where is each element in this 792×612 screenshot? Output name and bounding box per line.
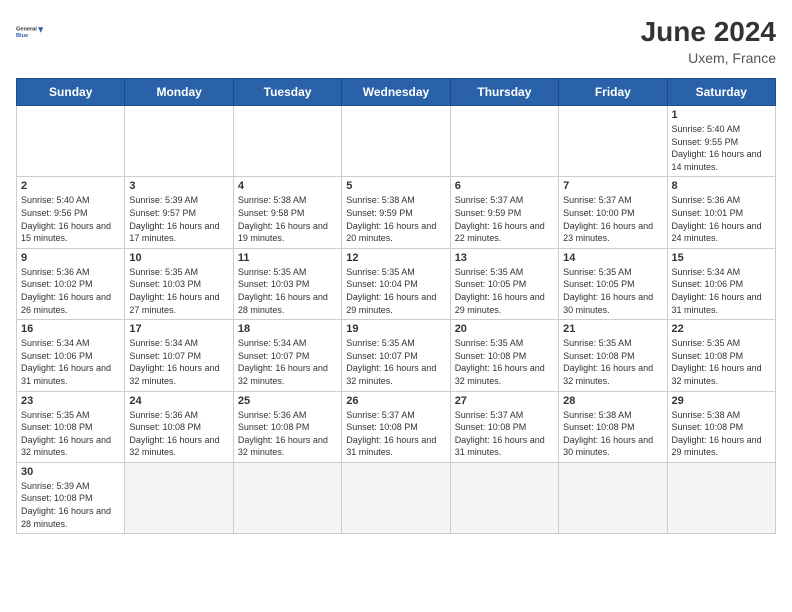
empty-cell <box>342 462 450 533</box>
weekday-header-row: Sunday Monday Tuesday Wednesday Thursday… <box>17 79 776 106</box>
day-cell-10: 10 Sunrise: 5:35 AM Sunset: 10:03 PM Day… <box>125 248 233 319</box>
empty-cell <box>450 462 558 533</box>
day-cell-1: 1 Sunrise: 5:40 AM Sunset: 9:55 PM Dayli… <box>667 106 775 177</box>
week-row-2: 2 Sunrise: 5:40 AM Sunset: 9:56 PM Dayli… <box>17 177 776 248</box>
day-cell-3: 3 Sunrise: 5:39 AM Sunset: 9:57 PM Dayli… <box>125 177 233 248</box>
week-row-6: 30 Sunrise: 5:39 AM Sunset: 10:08 PM Day… <box>17 462 776 533</box>
week-row-5: 23 Sunrise: 5:35 AM Sunset: 10:08 PM Day… <box>17 391 776 462</box>
day-cell-11: 11 Sunrise: 5:35 AM Sunset: 10:03 PM Day… <box>233 248 341 319</box>
empty-cell <box>125 462 233 533</box>
page-header: GeneralBlue June 2024 Uxem, France <box>16 16 776 66</box>
day-cell-18: 18 Sunrise: 5:34 AM Sunset: 10:07 PM Day… <box>233 320 341 391</box>
header-friday: Friday <box>559 79 667 106</box>
empty-cell <box>342 106 450 177</box>
logo: GeneralBlue <box>16 16 48 48</box>
empty-cell <box>450 106 558 177</box>
day-cell-12: 12 Sunrise: 5:35 AM Sunset: 10:04 PM Day… <box>342 248 450 319</box>
empty-cell <box>233 106 341 177</box>
day-cell-6: 6 Sunrise: 5:37 AM Sunset: 9:59 PM Dayli… <box>450 177 558 248</box>
day-cell-22: 22 Sunrise: 5:35 AM Sunset: 10:08 PM Day… <box>667 320 775 391</box>
svg-text:General: General <box>16 26 37 32</box>
title-block: June 2024 Uxem, France <box>641 16 776 66</box>
day-cell-27: 27 Sunrise: 5:37 AM Sunset: 10:08 PM Day… <box>450 391 558 462</box>
calendar-title: June 2024 <box>641 16 776 48</box>
day-cell-25: 25 Sunrise: 5:36 AM Sunset: 10:08 PM Day… <box>233 391 341 462</box>
day-cell-21: 21 Sunrise: 5:35 AM Sunset: 10:08 PM Day… <box>559 320 667 391</box>
day-cell-7: 7 Sunrise: 5:37 AM Sunset: 10:00 PM Dayl… <box>559 177 667 248</box>
week-row-1: 1 Sunrise: 5:40 AM Sunset: 9:55 PM Dayli… <box>17 106 776 177</box>
day-cell-15: 15 Sunrise: 5:34 AM Sunset: 10:06 PM Day… <box>667 248 775 319</box>
calendar-table: Sunday Monday Tuesday Wednesday Thursday… <box>16 78 776 534</box>
day-cell-19: 19 Sunrise: 5:35 AM Sunset: 10:07 PM Day… <box>342 320 450 391</box>
day-cell-16: 16 Sunrise: 5:34 AM Sunset: 10:06 PM Day… <box>17 320 125 391</box>
day-cell-13: 13 Sunrise: 5:35 AM Sunset: 10:05 PM Day… <box>450 248 558 319</box>
day-cell-28: 28 Sunrise: 5:38 AM Sunset: 10:08 PM Day… <box>559 391 667 462</box>
day-cell-14: 14 Sunrise: 5:35 AM Sunset: 10:05 PM Day… <box>559 248 667 319</box>
day-cell-29: 29 Sunrise: 5:38 AM Sunset: 10:08 PM Day… <box>667 391 775 462</box>
header-sunday: Sunday <box>17 79 125 106</box>
logo-icon: GeneralBlue <box>16 16 48 48</box>
day-cell-30: 30 Sunrise: 5:39 AM Sunset: 10:08 PM Day… <box>17 462 125 533</box>
day-cell-17: 17 Sunrise: 5:34 AM Sunset: 10:07 PM Day… <box>125 320 233 391</box>
day-cell-26: 26 Sunrise: 5:37 AM Sunset: 10:08 PM Day… <box>342 391 450 462</box>
day-cell-20: 20 Sunrise: 5:35 AM Sunset: 10:08 PM Day… <box>450 320 558 391</box>
day-cell-4: 4 Sunrise: 5:38 AM Sunset: 9:58 PM Dayli… <box>233 177 341 248</box>
empty-cell <box>667 462 775 533</box>
day-cell-23: 23 Sunrise: 5:35 AM Sunset: 10:08 PM Day… <box>17 391 125 462</box>
day-cell-5: 5 Sunrise: 5:38 AM Sunset: 9:59 PM Dayli… <box>342 177 450 248</box>
day-cell-8: 8 Sunrise: 5:36 AM Sunset: 10:01 PM Dayl… <box>667 177 775 248</box>
empty-cell <box>233 462 341 533</box>
header-monday: Monday <box>125 79 233 106</box>
header-saturday: Saturday <box>667 79 775 106</box>
header-thursday: Thursday <box>450 79 558 106</box>
empty-cell <box>559 106 667 177</box>
empty-cell <box>559 462 667 533</box>
svg-text:Blue: Blue <box>16 33 28 39</box>
week-row-3: 9 Sunrise: 5:36 AM Sunset: 10:02 PM Dayl… <box>17 248 776 319</box>
day-cell-2: 2 Sunrise: 5:40 AM Sunset: 9:56 PM Dayli… <box>17 177 125 248</box>
empty-cell <box>17 106 125 177</box>
day-cell-9: 9 Sunrise: 5:36 AM Sunset: 10:02 PM Dayl… <box>17 248 125 319</box>
calendar-location: Uxem, France <box>641 50 776 66</box>
week-row-4: 16 Sunrise: 5:34 AM Sunset: 10:06 PM Day… <box>17 320 776 391</box>
header-tuesday: Tuesday <box>233 79 341 106</box>
header-wednesday: Wednesday <box>342 79 450 106</box>
day-cell-24: 24 Sunrise: 5:36 AM Sunset: 10:08 PM Day… <box>125 391 233 462</box>
empty-cell <box>125 106 233 177</box>
